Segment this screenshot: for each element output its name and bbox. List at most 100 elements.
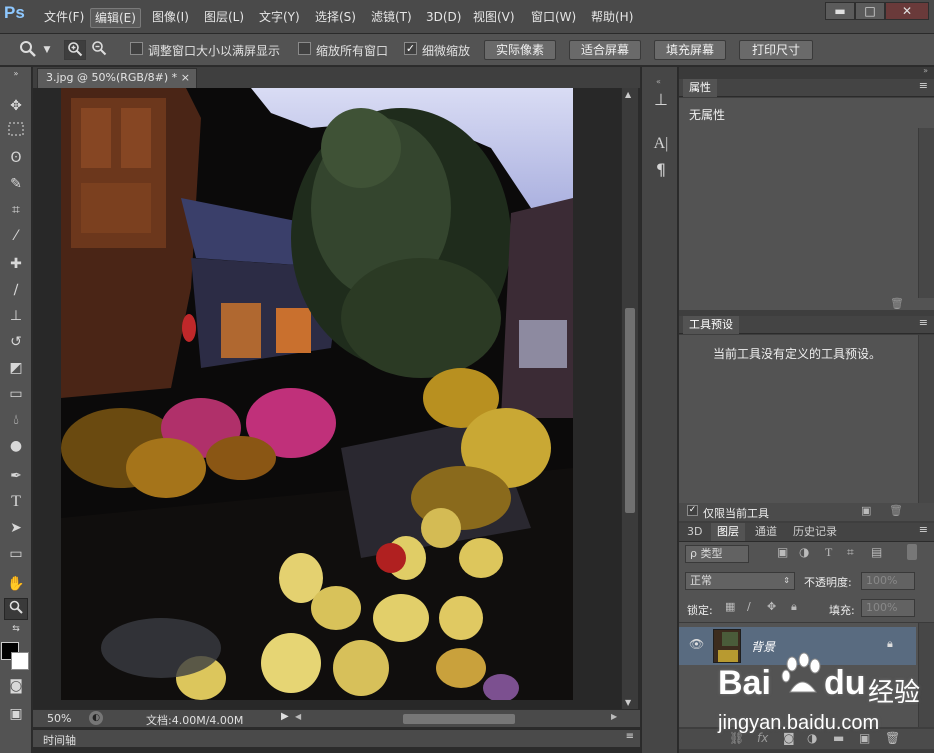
scroll-up-arrow[interactable]: ▲: [625, 90, 631, 99]
zoom-level[interactable]: 50%: [47, 712, 71, 725]
new-preset-icon[interactable]: ▣: [861, 504, 871, 517]
eyedropper-tool-icon[interactable]: ⁄: [4, 225, 28, 247]
menu-edit[interactable]: 编辑(E): [90, 8, 141, 28]
dodge-tool-icon[interactable]: ●: [4, 435, 28, 457]
lock-all-icon[interactable]: 🔒︎: [791, 600, 797, 614]
panel-menu-icon[interactable]: ≡: [919, 79, 928, 92]
close-window-button[interactable]: ✕: [885, 2, 929, 20]
dock-collapse-icon[interactable]: »: [923, 66, 928, 75]
tab-3d[interactable]: 3D: [681, 523, 708, 541]
healing-brush-tool-icon[interactable]: ✚: [4, 253, 28, 275]
blend-mode-dropdown[interactable]: 正常 ⇕: [685, 572, 795, 590]
properties-tab[interactable]: 属性: [683, 79, 717, 97]
path-selection-tool-icon[interactable]: ➤: [4, 517, 28, 539]
tool-presets-tab[interactable]: 工具预设: [683, 316, 739, 334]
eraser-tool-icon[interactable]: ◩: [4, 357, 28, 379]
filter-smart-icon[interactable]: ▤: [871, 545, 882, 559]
document-canvas[interactable]: [33, 88, 621, 709]
minimize-button[interactable]: ▬: [825, 2, 855, 20]
menu-help[interactable]: 帮助(H): [587, 8, 637, 28]
character-panel-icon[interactable]: A|: [650, 133, 672, 155]
menu-file[interactable]: 文件(F): [40, 8, 88, 28]
fit-screen-button[interactable]: 适合屏幕: [569, 40, 641, 60]
quick-mask-icon[interactable]: ◙: [4, 675, 28, 697]
pen-tool-icon[interactable]: ✒: [4, 465, 28, 487]
zoom-tool-preset-icon[interactable]: [16, 40, 40, 60]
panel-collapse-icon[interactable]: »: [4, 70, 28, 78]
filter-adjust-icon[interactable]: ◑: [799, 545, 809, 559]
status-share-icon[interactable]: ◐: [89, 711, 103, 725]
hscroll-right-arrow[interactable]: ▶: [611, 712, 617, 721]
hscroll-left-arrow[interactable]: ◀: [295, 712, 301, 721]
strip-collapse-icon[interactable]: «: [656, 77, 661, 86]
chevron-down-icon[interactable]: ▼: [41, 40, 53, 60]
scroll-down-arrow[interactable]: ▼: [625, 698, 631, 707]
rectangle-tool-icon[interactable]: ▭: [4, 543, 28, 565]
resize-windows-checkbox[interactable]: [130, 42, 143, 55]
horizontal-scroll-thumb[interactable]: [403, 714, 515, 724]
clone-source-icon[interactable]: ⊥: [650, 89, 672, 111]
background-color-swatch[interactable]: [11, 652, 29, 670]
gradient-tool-icon[interactable]: ▭: [4, 383, 28, 405]
vertical-scroll-thumb[interactable]: [625, 308, 635, 513]
eye-visibility-icon[interactable]: 👁︎: [689, 637, 704, 651]
filter-toggle-icon[interactable]: [907, 544, 917, 560]
marquee-tool-icon[interactable]: [4, 121, 28, 143]
scrubby-zoom-checkbox[interactable]: ✓: [404, 42, 417, 55]
document-tab[interactable]: 3.jpg @ 50%(RGB/8#) * ×: [37, 68, 197, 88]
trash-icon[interactable]: 🗑︎: [890, 297, 904, 310]
blur-tool-icon[interactable]: 💧︎: [4, 409, 28, 431]
brush-tool-icon[interactable]: ∕: [4, 279, 28, 301]
menu-view[interactable]: 视图(V): [469, 8, 519, 28]
close-tab-icon[interactable]: ×: [181, 69, 190, 87]
actual-pixels-button[interactable]: 实际像素: [484, 40, 556, 60]
lock-move-icon[interactable]: ✥: [767, 600, 776, 613]
layer-filter-kind-dropdown[interactable]: ρ 类型: [685, 545, 749, 563]
current-tool-only-checkbox[interactable]: ✓: [687, 505, 698, 516]
status-menu-arrow-icon[interactable]: ▶: [281, 711, 289, 722]
menu-select[interactable]: 选择(S): [311, 8, 360, 28]
lock-transparent-icon[interactable]: ▦: [725, 600, 735, 613]
tool-presets-scrollbar[interactable]: [918, 335, 934, 503]
swap-colors-icon[interactable]: ⇆: [4, 623, 28, 635]
history-brush-tool-icon[interactable]: ↺: [4, 331, 28, 353]
menu-filter[interactable]: 滤镜(T): [367, 8, 416, 28]
paragraph-panel-icon[interactable]: ¶: [650, 159, 672, 181]
lock-brush-icon[interactable]: ∕: [747, 600, 751, 613]
panel-menu-icon[interactable]: ≡: [626, 731, 634, 742]
zoom-out-icon[interactable]: [88, 40, 110, 60]
tab-channels[interactable]: 通道: [749, 523, 783, 541]
vertical-scrollbar[interactable]: ▲ ▼: [621, 88, 638, 709]
trash-icon[interactable]: 🗑︎: [889, 504, 903, 517]
menu-3d[interactable]: 3D(D): [422, 8, 465, 28]
menu-type[interactable]: 文字(Y): [255, 8, 304, 28]
fill-field[interactable]: 100%: [861, 599, 915, 617]
menu-layer[interactable]: 图层(L): [200, 8, 248, 28]
maximize-button[interactable]: □: [855, 2, 885, 20]
panel-menu-icon[interactable]: ≡: [919, 523, 928, 536]
move-tool-icon[interactable]: ✥: [4, 95, 28, 117]
zoom-tool-icon[interactable]: [4, 598, 28, 620]
quick-selection-tool-icon[interactable]: ✎: [4, 173, 28, 195]
crop-tool-icon[interactable]: ⌗: [4, 199, 28, 221]
lasso-tool-icon[interactable]: ʘ: [4, 147, 28, 169]
properties-scrollbar[interactable]: [918, 128, 934, 298]
fill-screen-button[interactable]: 填充屏幕: [654, 40, 726, 60]
menu-image[interactable]: 图像(I): [148, 8, 193, 28]
panel-menu-icon[interactable]: ≡: [919, 316, 928, 329]
timeline-panel-bar[interactable]: 时间轴 ≡: [33, 729, 640, 747]
screen-mode-icon[interactable]: ▣: [4, 703, 28, 725]
filter-type-icon[interactable]: T: [825, 545, 832, 560]
print-size-button[interactable]: 打印尺寸: [739, 40, 813, 60]
filter-shape-icon[interactable]: ⌗: [847, 545, 854, 560]
type-tool-icon[interactable]: T: [4, 491, 28, 513]
tab-history[interactable]: 历史记录: [787, 523, 843, 541]
filter-pixel-icon[interactable]: ▣: [777, 545, 788, 559]
zoom-in-icon[interactable]: [64, 40, 86, 60]
clone-stamp-tool-icon[interactable]: ⊥: [4, 305, 28, 327]
menu-window[interactable]: 窗口(W): [527, 8, 580, 28]
tab-layers[interactable]: 图层: [711, 523, 745, 541]
zoom-all-windows-checkbox[interactable]: [298, 42, 311, 55]
opacity-field[interactable]: 100%: [861, 572, 915, 590]
hand-tool-icon[interactable]: ✋: [4, 573, 28, 595]
